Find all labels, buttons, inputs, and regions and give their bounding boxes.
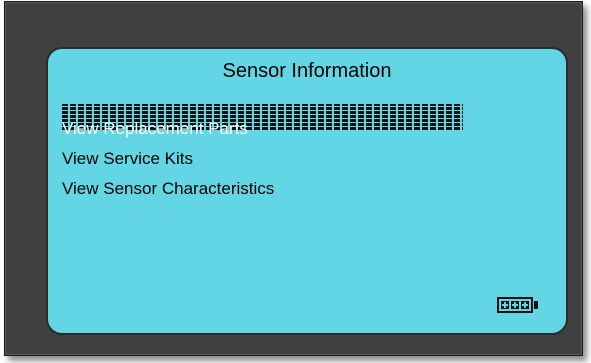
menu-item-view-replacement-parts[interactable]: View Replacement Parts (62, 104, 482, 144)
device-frame: Sensor Information View Replacement Part… (4, 1, 583, 356)
menu-item-view-service-kits[interactable]: View Service Kits (62, 144, 482, 174)
menu-item-label: View Service Kits (62, 149, 194, 168)
menu-item-label: View Replacement Parts (62, 119, 248, 138)
menu-item-view-sensor-characteristics[interactable]: View Sensor Characteristics (62, 174, 482, 204)
menu-item-label: View Sensor Characteristics (62, 179, 275, 198)
screen-title: Sensor Information (222, 60, 392, 82)
battery-icon (497, 297, 538, 313)
lcd-screen: Sensor Information View Replacement Part… (46, 47, 568, 335)
menu-list: View Replacement Parts View Service Kits… (62, 104, 482, 204)
